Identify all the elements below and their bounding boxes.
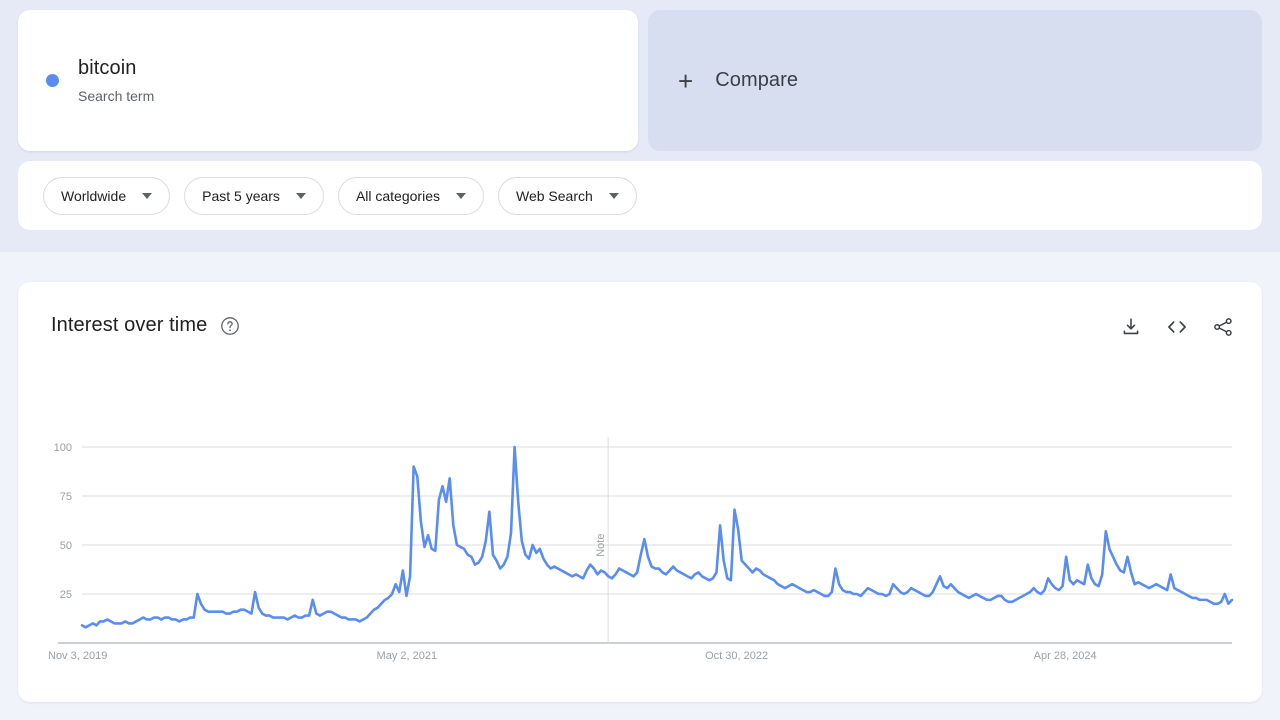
- filter-chip-category[interactable]: All categories: [337, 176, 484, 215]
- compare-button[interactable]: + Compare: [648, 10, 1262, 151]
- filter-chip-search-type[interactable]: Web Search: [497, 176, 637, 215]
- interest-over-time-chart[interactable]: 100 75 50 25 Nov 3, 2019 May 2, 2021 Oct 30, 2…: [18, 282, 1262, 702]
- search-term-card[interactable]: bitcoin Search term: [18, 10, 638, 151]
- filter-chip-timerange-label: Past 5 years: [202, 187, 280, 204]
- search-term-type: Search term: [78, 88, 155, 104]
- filter-chip-location-label: Worldwide: [61, 187, 127, 204]
- x-axis-tick-label: Nov 3, 2019: [48, 650, 107, 662]
- filter-chip-category-label: All categories: [355, 187, 440, 204]
- x-axis-tick-label: Apr 28, 2024: [1034, 650, 1097, 662]
- series-dot-icon: [46, 74, 59, 87]
- term-compare-row: bitcoin Search term + Compare: [18, 10, 1262, 151]
- filter-bar: Worldwide Past 5 years All categories We…: [18, 161, 1262, 230]
- search-term-texts: bitcoin Search term: [78, 55, 154, 106]
- y-axis-tick-label: 50: [60, 540, 72, 552]
- chevron-down-icon: [608, 192, 619, 199]
- interest-over-time-card: Interest over time 100 75 50 25 Nov 3, 2…: [18, 282, 1262, 702]
- chevron-down-icon: [455, 192, 466, 199]
- search-term-label: bitcoin: [78, 57, 137, 79]
- y-axis-tick-label: 100: [54, 442, 72, 454]
- filter-chip-search-type-label: Web Search: [515, 187, 593, 204]
- chevron-down-icon: [142, 192, 153, 199]
- series-line-bitcoin: [80, 445, 1234, 629]
- y-axis-tick-label: 25: [60, 589, 72, 601]
- plus-icon: +: [678, 65, 694, 96]
- x-axis-tick-label: May 2, 2021: [377, 650, 438, 662]
- filter-chip-location[interactable]: Worldwide: [43, 176, 171, 215]
- compare-label: Compare: [715, 69, 799, 91]
- google-trends-page: bitcoin Search term + Compare Worldwide …: [0, 0, 1280, 720]
- chevron-down-icon: [295, 192, 306, 199]
- filter-chip-timerange[interactable]: Past 5 years: [184, 176, 324, 215]
- x-axis-tick-label: Oct 30, 2022: [705, 650, 768, 662]
- chart-plot-area[interactable]: 100 75 50 25 Nov 3, 2019 May 2, 2021 Oct 30, 2…: [18, 282, 1262, 702]
- y-axis-tick-label: 75: [60, 491, 72, 503]
- chart-note-annotation[interactable]: Note: [595, 534, 607, 557]
